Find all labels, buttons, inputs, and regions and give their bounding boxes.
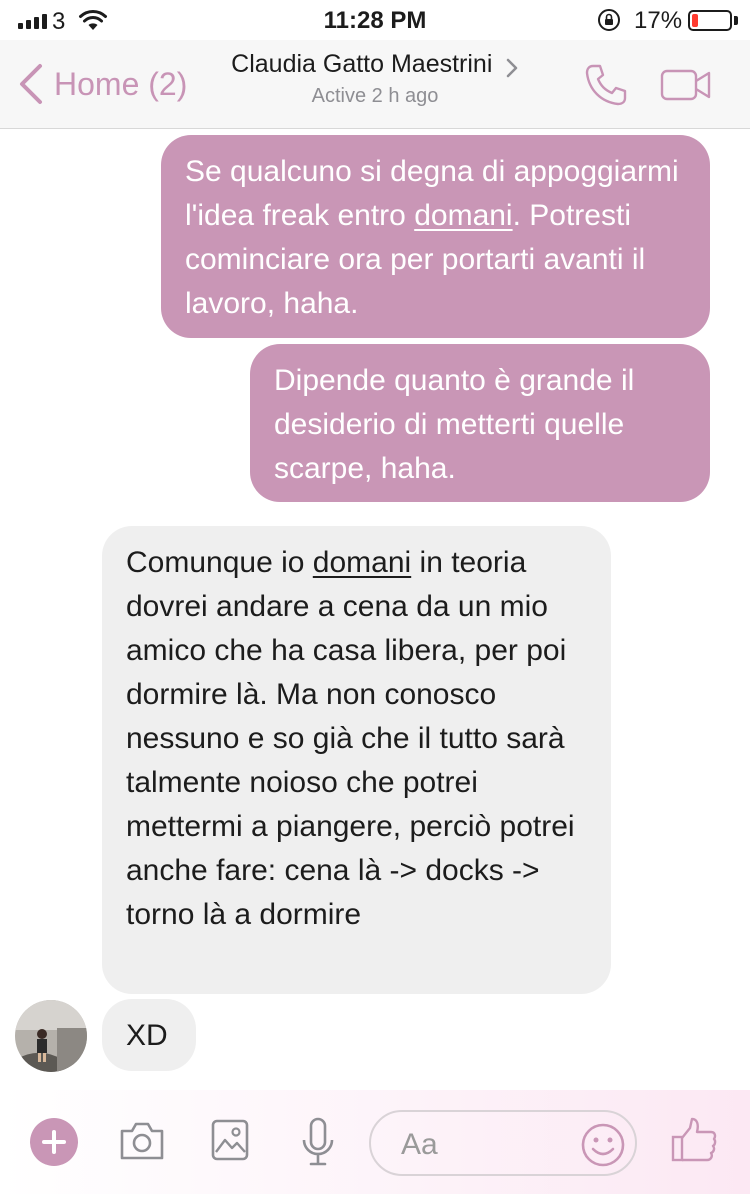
chevron-left-icon bbox=[20, 64, 42, 104]
battery-icon bbox=[688, 10, 732, 31]
message-bubble-sent[interactable]: Dipende quanto è grande il desiderio di … bbox=[250, 344, 710, 502]
avatar[interactable] bbox=[15, 1000, 87, 1072]
back-label: Home (2) bbox=[54, 65, 188, 102]
contact-name: Claudia Gatto Maestrini bbox=[231, 50, 493, 78]
camera-icon[interactable] bbox=[118, 1120, 166, 1162]
message-bubble-sent[interactable]: Se qualcuno si degna di appoggiarmi l'id… bbox=[161, 135, 710, 338]
rotation-lock-icon bbox=[598, 9, 620, 31]
microphone-icon[interactable] bbox=[300, 1116, 336, 1168]
message-text: Dipende quanto è grande il desiderio di … bbox=[274, 364, 635, 485]
status-bar: 3 11:28 PM 17% bbox=[0, 0, 750, 40]
message-bubble-received[interactable]: Comunque io domani in teoria dovrei anda… bbox=[102, 526, 611, 994]
plus-icon[interactable] bbox=[30, 1118, 78, 1166]
conversation-header: Home (2) Claudia Gatto Maestrini Active … bbox=[0, 40, 750, 129]
message-text: XD bbox=[126, 1019, 168, 1052]
video-camera-icon[interactable] bbox=[660, 67, 712, 103]
composer-bar: Aa bbox=[0, 1090, 750, 1194]
chevron-right-icon bbox=[506, 58, 518, 78]
message-bubble-received[interactable]: XD bbox=[102, 999, 196, 1071]
underlined-word[interactable]: domani bbox=[313, 546, 411, 579]
underlined-word[interactable]: domani bbox=[414, 199, 512, 232]
smiley-icon[interactable] bbox=[580, 1122, 626, 1168]
message-text: in teoria dovrei andare a cena da un mio… bbox=[126, 546, 575, 931]
gallery-icon[interactable] bbox=[210, 1118, 250, 1162]
thumbs-up-icon[interactable] bbox=[670, 1116, 718, 1164]
message-text: Comunque io bbox=[126, 546, 313, 579]
phone-icon[interactable] bbox=[583, 62, 629, 108]
battery-level bbox=[692, 14, 698, 27]
back-button[interactable]: Home (2) bbox=[16, 60, 187, 108]
battery-tip bbox=[734, 16, 738, 25]
contact-status: Active 2 h ago bbox=[311, 85, 439, 107]
contact-info[interactable]: Claudia Gatto Maestrini Active 2 h ago bbox=[190, 50, 560, 108]
avatar-photo bbox=[15, 1000, 87, 1072]
message-input-placeholder: Aa bbox=[401, 1128, 438, 1161]
battery-percentage: 17% bbox=[634, 7, 683, 34]
